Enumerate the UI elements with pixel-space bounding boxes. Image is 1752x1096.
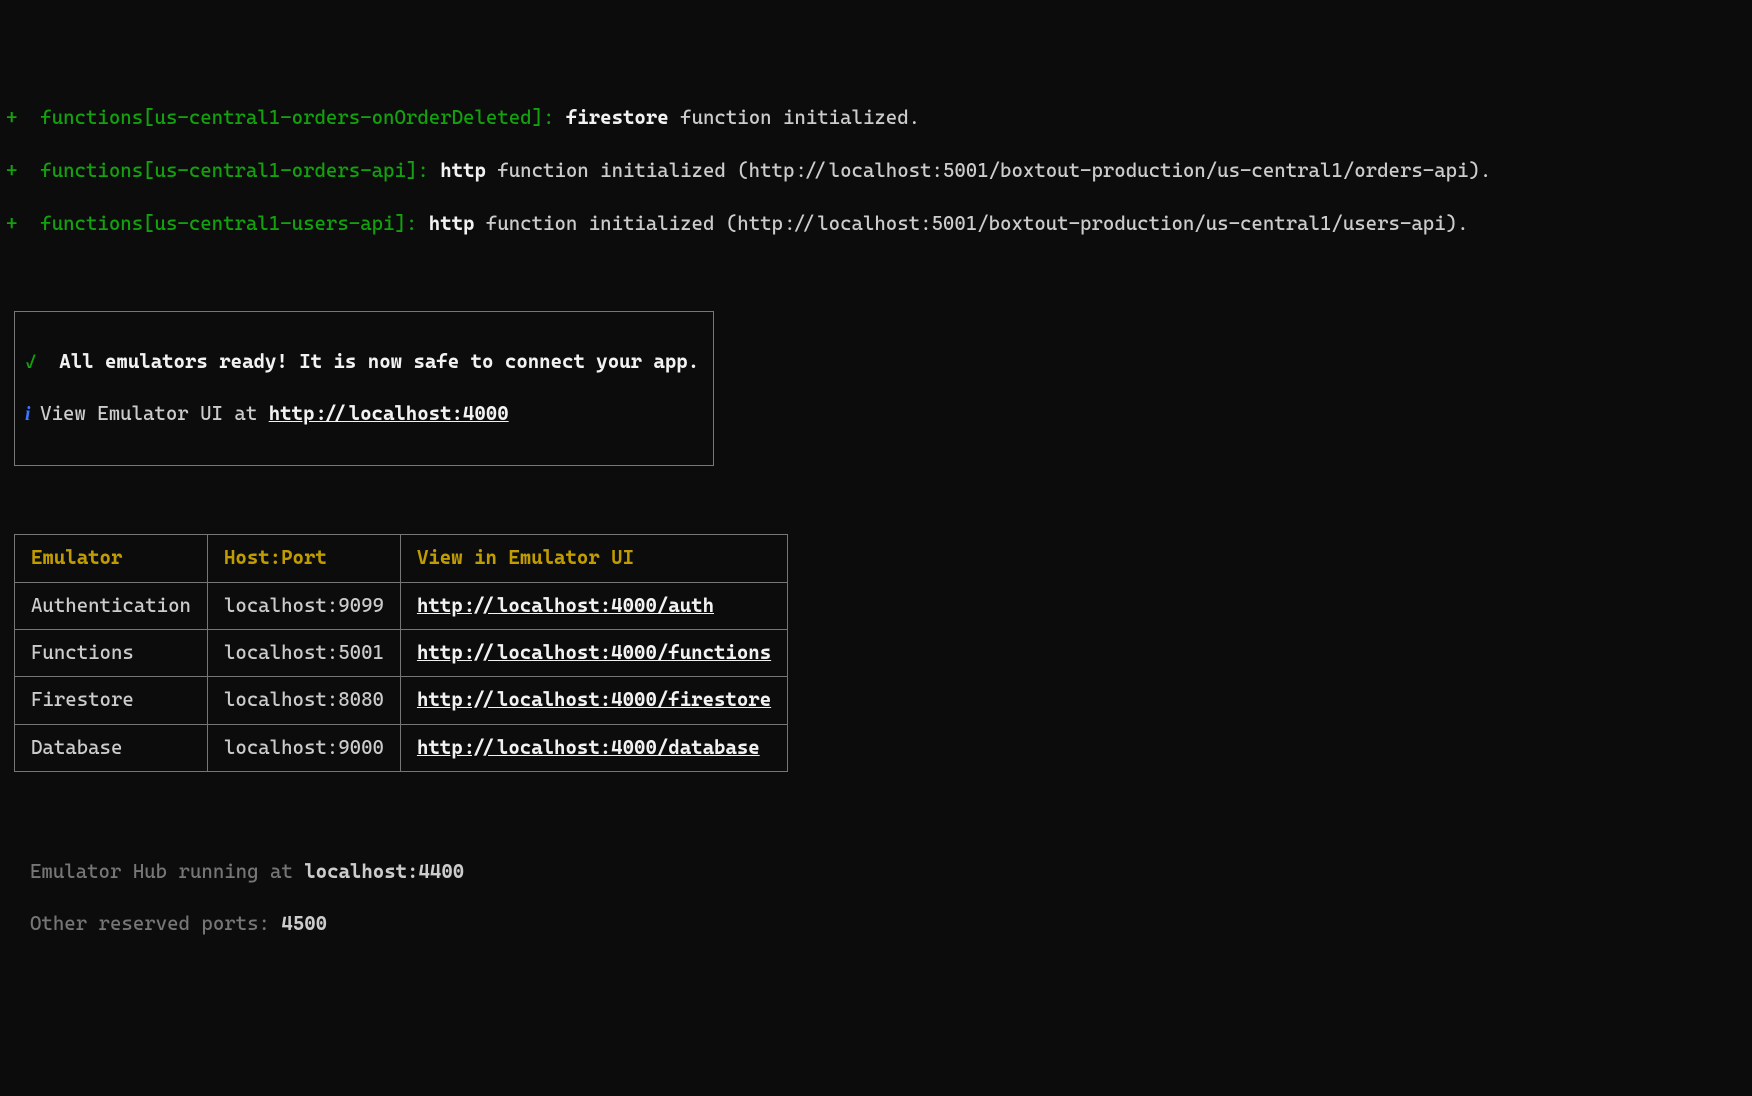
header-hostport: Host:Port bbox=[207, 535, 400, 582]
function-type: http bbox=[440, 159, 486, 182]
reserved-ports: 4500 bbox=[281, 912, 327, 935]
function-type: http bbox=[429, 212, 475, 235]
table-header-row: Emulator Host:Port View in Emulator UI bbox=[15, 535, 788, 582]
emulator-ui-link[interactable]: http://localhost:4000 bbox=[269, 402, 509, 425]
plus-icon: + bbox=[6, 212, 40, 235]
log-tail: function initialized (http://localhost:5… bbox=[486, 159, 1491, 182]
hub-line: Emulator Hub running at localhost:4400 bbox=[30, 859, 1752, 885]
function-type: firestore bbox=[566, 106, 669, 129]
header-emulator: Emulator bbox=[15, 535, 208, 582]
emulator-ui-link[interactable]: http://localhost:4000/functions bbox=[417, 641, 771, 664]
emulator-ui-link[interactable]: http://localhost:4000/auth bbox=[417, 594, 714, 617]
emulator-ui-link[interactable]: http://localhost:4000/database bbox=[417, 736, 760, 759]
view-ui-prefix: View Emulator UI at bbox=[40, 402, 269, 425]
ready-message: All emulators ready! It is now safe to c… bbox=[59, 350, 699, 373]
plus-icon: + bbox=[6, 159, 40, 182]
reserved-prefix: Other reserved ports: bbox=[30, 912, 281, 935]
footer: Emulator Hub running at localhost:4400 O… bbox=[30, 833, 1752, 965]
reserved-line: Other reserved ports: 4500 bbox=[30, 911, 1752, 937]
hub-prefix: Emulator Hub running at bbox=[30, 860, 304, 883]
status-box: ✓ All emulators ready! It is now safe to… bbox=[14, 311, 714, 466]
table-row: Authentication localhost:9099 http://loc… bbox=[15, 582, 788, 629]
emulator-table: Emulator Host:Port View in Emulator UI A… bbox=[14, 534, 788, 772]
emulator-host: localhost:9099 bbox=[207, 582, 400, 629]
emulator-host: localhost:8080 bbox=[207, 677, 400, 724]
function-id: functions[us-central1-users-api]: bbox=[40, 212, 428, 235]
function-id: functions[us-central1-orders-onOrderDele… bbox=[40, 106, 566, 129]
table-row: Firestore localhost:8080 http://localhos… bbox=[15, 677, 788, 724]
emulator-name: Database bbox=[15, 724, 208, 771]
emulator-host: localhost:9000 bbox=[207, 724, 400, 771]
hub-host: localhost:4400 bbox=[304, 860, 464, 883]
emulator-name: Firestore bbox=[15, 677, 208, 724]
emulator-name: Authentication bbox=[15, 582, 208, 629]
emulator-host: localhost:5001 bbox=[207, 629, 400, 676]
table-row: Database localhost:9000 http://localhost… bbox=[15, 724, 788, 771]
log-line: + functions[us-central1-orders-onOrderDe… bbox=[0, 105, 1752, 131]
status-ready-line: ✓ All emulators ready! It is now safe to… bbox=[25, 349, 699, 375]
log-tail: function initialized. bbox=[669, 106, 920, 129]
plus-icon: + bbox=[6, 106, 40, 129]
log-tail: function initialized (http://localhost:5… bbox=[474, 212, 1468, 235]
function-id: functions[us-central1-orders-api]: bbox=[40, 159, 440, 182]
header-view: View in Emulator UI bbox=[400, 535, 787, 582]
log-line: + functions[us-central1-users-api]: http… bbox=[0, 211, 1752, 237]
emulator-ui-link[interactable]: http://localhost:4000/firestore bbox=[417, 688, 771, 711]
status-info-line: i View Emulator UI at http://localhost:4… bbox=[25, 401, 699, 428]
check-icon: ✓ bbox=[25, 350, 59, 373]
info-icon: i bbox=[25, 404, 40, 425]
table-row: Functions localhost:5001 http://localhos… bbox=[15, 629, 788, 676]
emulator-name: Functions bbox=[15, 629, 208, 676]
log-line: + functions[us-central1-orders-api]: htt… bbox=[0, 158, 1752, 184]
